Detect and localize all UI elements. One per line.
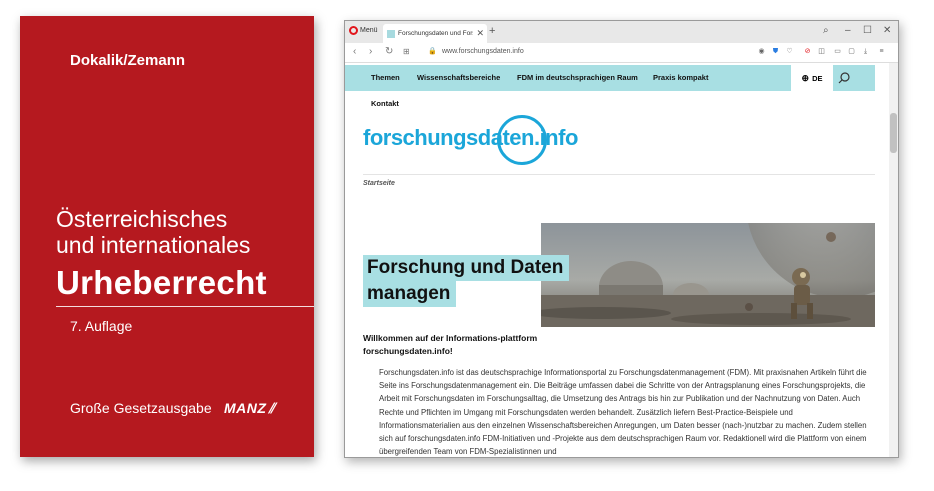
tab-close-icon[interactable]: ✕ [476, 28, 487, 39]
opera-menu-button[interactable]: Menü [349, 26, 378, 35]
language-switcher[interactable]: ⊕ DE [791, 65, 833, 91]
settings-icon[interactable]: ≡ [877, 47, 886, 56]
book-title-line-1: Österreichisches [56, 206, 228, 232]
lock-icon[interactable]: 🔒 [428, 47, 437, 55]
nav-item-praxis[interactable]: Praxis kompakt [653, 73, 708, 82]
tab-title: Forschungsdaten und Forsc [398, 30, 474, 37]
nav-item-fdm[interactable]: FDM im deutschsprachigen Raum [517, 73, 638, 82]
camera-icon[interactable]: ◉ [757, 47, 766, 56]
search-icon[interactable] [837, 71, 851, 85]
url-field[interactable]: www.forschungsdaten.info [442, 48, 524, 55]
page-viewport: Themen Wissenschaftsbereiche FDM im deut… [345, 63, 898, 457]
address-bar: ‹ › ↻ ⊞ 🔒 www.forschungsdaten.info ◉ ⛊ ♡… [345, 43, 898, 63]
hero-image [541, 223, 875, 327]
hero-title: Forschung und Daten managen [363, 255, 570, 307]
download-icon[interactable]: ⤓ [861, 47, 870, 56]
favicon-icon [387, 29, 395, 38]
book-title-line-2: und internationales [56, 232, 251, 258]
browser-window: Menü Forschungsdaten und Forsc ✕ + ⌕ – ☐… [344, 20, 899, 458]
minimize-icon[interactable]: – [845, 25, 851, 36]
shield-icon[interactable]: ⛊ [771, 47, 780, 56]
hero-title-line-2: managen [363, 281, 457, 307]
scrollbar-thumb[interactable] [890, 113, 897, 153]
language-label: DE [812, 73, 823, 83]
adblock-icon[interactable]: ⊘ [803, 47, 812, 56]
new-tab-icon[interactable]: + [489, 25, 495, 37]
intro-paragraph: Forschungsdaten.info ist das deutschspra… [379, 368, 867, 457]
publisher-logo: MANZ ⫽ [224, 400, 275, 417]
tab-search-icon[interactable]: ⌕ [823, 25, 829, 36]
scrollbar[interactable] [889, 63, 898, 457]
box-icon[interactable]: ▢ [847, 47, 856, 56]
welcome-heading: Willkommen auf der Informations-plattfor… [363, 333, 538, 356]
heart-icon[interactable]: ♡ [785, 47, 794, 56]
tab-active[interactable]: Forschungsdaten und Forsc ✕ [383, 24, 487, 43]
reload-icon[interactable]: ↻ [385, 46, 393, 57]
tab-bar: Menü Forschungsdaten und Forsc ✕ + ⌕ – ☐… [345, 21, 898, 43]
book-edition: 7. Auflage [70, 318, 133, 334]
publisher-mark-icon: ⫽ [268, 400, 276, 416]
back-icon[interactable]: ‹ [353, 46, 356, 57]
globe-icon: ⊕ [801, 72, 810, 83]
site-nav: Themen Wissenschaftsbereiche FDM im deut… [345, 65, 875, 91]
maximize-icon[interactable]: ☐ [863, 25, 872, 36]
speed-dial-icon[interactable]: ⊞ [403, 47, 410, 56]
header-divider [363, 174, 875, 175]
screenshot-stage: Dokalik/Zemann Österreichisches und inte… [0, 0, 934, 491]
close-window-icon[interactable]: ✕ [883, 25, 891, 36]
nav-item-themen[interactable]: Themen [371, 73, 400, 82]
forward-icon[interactable]: › [369, 46, 372, 57]
book-title-main: Urheberrecht [56, 264, 267, 301]
menu-label: Menü [360, 27, 378, 34]
nav-item-wissenschaftsbereiche[interactable]: Wissenschaftsbereiche [417, 73, 500, 82]
pocket-icon[interactable]: ◫ [817, 47, 826, 56]
wallet-icon[interactable]: ▭ [833, 47, 842, 56]
book-series: Große Gesetzausgabe [70, 400, 212, 416]
logo-text: forschungsdaten.info [363, 125, 578, 150]
book-cover: Dokalik/Zemann Österreichisches und inte… [20, 16, 314, 457]
nav-item-kontakt[interactable]: Kontakt [371, 99, 399, 108]
site-logo[interactable]: forschungsdaten.info [363, 115, 578, 175]
opera-logo-icon [349, 26, 358, 35]
hero-title-line-1: Forschung und Daten [363, 255, 570, 281]
breadcrumb[interactable]: Startseite [363, 180, 395, 187]
book-divider [56, 306, 314, 307]
book-authors: Dokalik/Zemann [70, 52, 186, 69]
publisher-name: MANZ [224, 400, 267, 416]
